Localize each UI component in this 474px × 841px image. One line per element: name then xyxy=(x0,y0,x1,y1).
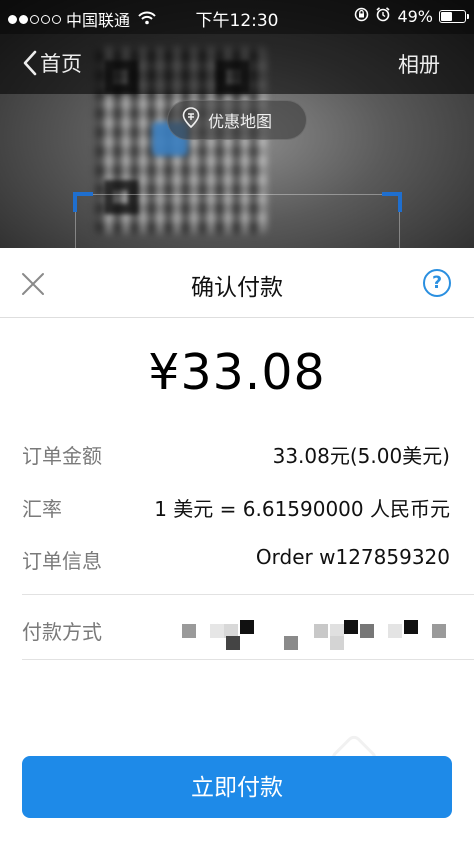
status-bar: 中国联通 下午12:30 49% xyxy=(0,0,474,34)
sheet-header: 确认付款 ? xyxy=(0,248,474,318)
order-amount-value: 33.08元(5.00美元) xyxy=(272,444,450,468)
exchange-rate-label: 汇率 xyxy=(22,497,62,521)
scan-frame-corner xyxy=(382,192,402,212)
order-info-value: Order w127859320 xyxy=(255,545,450,569)
mask-pixel xyxy=(210,624,224,638)
order-amount-row: 订单金额 33.08元(5.00美元) xyxy=(22,440,450,472)
help-icon[interactable]: ? xyxy=(423,269,451,297)
payment-method-row[interactable]: 付款方式 xyxy=(22,616,450,650)
rotation-lock-icon xyxy=(354,7,369,26)
promo-map-button[interactable]: 优惠地图 xyxy=(167,100,307,140)
exchange-rate-row: 汇率 1 美元 = 6.61590000 人民币元 xyxy=(22,493,450,525)
payment-amount: ¥33.08 xyxy=(148,344,326,401)
alarm-icon xyxy=(375,6,391,26)
mask-pixel xyxy=(314,624,328,638)
exchange-rate-value: 1 美元 = 6.61590000 人民币元 xyxy=(154,497,450,521)
scan-frame-corner xyxy=(73,192,93,212)
mask-pixel xyxy=(404,620,418,634)
payment-sheet: 确认付款 ? ¥33.08 订单金额 33.08元(5.00美元) 汇率 1 美… xyxy=(0,248,474,841)
back-label: 首页 xyxy=(40,52,82,76)
battery-percent: 49% xyxy=(397,6,433,26)
nav-bar: 首页 相册 xyxy=(0,34,474,94)
mask-pixel xyxy=(226,636,240,650)
mask-pixel xyxy=(360,624,374,638)
order-amount-label: 订单金额 xyxy=(22,444,102,468)
payment-method-masked xyxy=(180,620,450,650)
battery-level xyxy=(441,11,452,21)
mask-pixel xyxy=(182,624,196,638)
map-pin-icon xyxy=(182,107,200,133)
album-button[interactable]: 相册 xyxy=(398,49,440,79)
scan-frame xyxy=(75,194,400,248)
promo-map-label: 优惠地图 xyxy=(208,112,273,131)
back-button[interactable]: 首页 xyxy=(22,48,82,78)
pay-now-button[interactable]: 立即付款 xyxy=(22,756,452,818)
divider xyxy=(22,659,474,660)
sheet-title: 确认付款 xyxy=(191,275,283,301)
divider xyxy=(22,594,474,595)
order-info-label: 订单信息 xyxy=(22,549,102,573)
mask-pixel xyxy=(388,624,402,638)
mask-pixel xyxy=(330,636,344,650)
payment-method-label: 付款方式 xyxy=(22,620,102,644)
order-info-row: 订单信息 Order w127859320 xyxy=(22,545,450,577)
chevron-left-icon xyxy=(23,50,37,76)
mask-pixel xyxy=(284,636,298,650)
status-right: 49% xyxy=(354,6,469,26)
mask-pixel xyxy=(432,624,446,638)
mask-pixel xyxy=(344,620,358,634)
battery-icon xyxy=(439,9,469,23)
mask-pixel xyxy=(240,620,254,634)
